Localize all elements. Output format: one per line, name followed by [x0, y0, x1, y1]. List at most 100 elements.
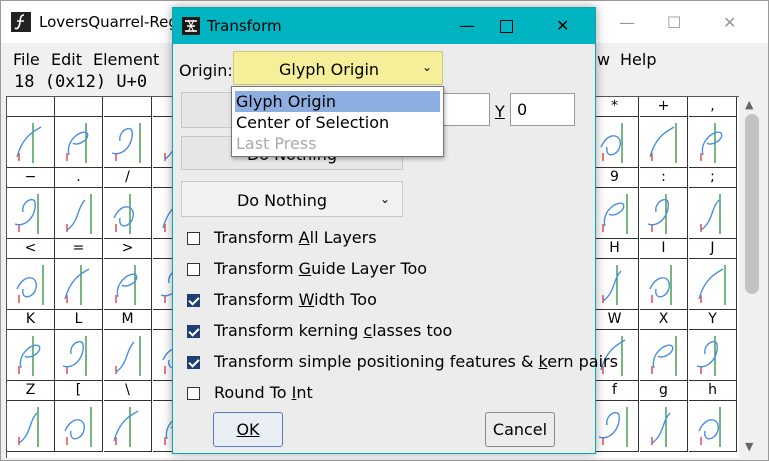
glyph-cell[interactable] — [7, 401, 55, 452]
glyph-cell[interactable] — [689, 188, 737, 239]
glyph-cell[interactable] — [640, 259, 688, 310]
minimize-icon[interactable]: — — [619, 13, 635, 32]
glyph-cell[interactable] — [689, 259, 737, 310]
glyph-cell[interactable] — [55, 401, 103, 452]
origin-options-popup: Glyph Origin Center of Selection Last Pr… — [231, 86, 444, 157]
menu-view[interactable]: w — [597, 50, 610, 69]
checkbox-box[interactable] — [187, 356, 200, 369]
glyph-label: M — [104, 310, 152, 330]
menu-file[interactable]: File — [13, 50, 40, 69]
glyph-cell[interactable] — [689, 401, 737, 452]
y-label: Y — [495, 102, 505, 121]
glyph-preview-icon — [700, 194, 721, 234]
y-field[interactable]: 0 — [510, 93, 575, 126]
checkbox-label: Transform simple positioning features & … — [214, 352, 618, 371]
menu-help[interactable]: Help — [620, 50, 656, 69]
glyph-cell[interactable] — [7, 330, 55, 381]
glyph-preview-icon — [115, 336, 141, 376]
glyph-cell[interactable] — [640, 117, 688, 168]
glyph-cell[interactable] — [55, 188, 103, 239]
glyph-preview-icon — [649, 265, 672, 305]
glyph-cell[interactable] — [104, 401, 152, 452]
checkbox-box[interactable] — [187, 232, 200, 245]
glyph-grid-scrollbar[interactable]: ▲ ▼ — [741, 96, 765, 458]
ok-button[interactable]: OK — [213, 412, 283, 447]
glyph-label: : — [640, 168, 688, 188]
checkbox-label: Transform All Layers — [214, 228, 377, 247]
glyph-label: / — [104, 168, 152, 188]
glyph-preview-icon — [66, 194, 92, 234]
dialog-title: Transform — [207, 17, 282, 35]
glyph-preview-icon — [647, 194, 669, 234]
minimize-icon[interactable]: — — [459, 16, 475, 35]
glyph-cell[interactable] — [689, 330, 737, 381]
glyph-label: = — [55, 239, 103, 259]
origin-dropdown[interactable]: Glyph Origin ⌄ — [233, 51, 443, 85]
glyph-cell[interactable] — [104, 117, 152, 168]
glyph-label: [ — [55, 381, 103, 401]
glyph-preview-icon — [62, 336, 87, 376]
close-icon[interactable]: ✕ — [723, 13, 736, 32]
glyph-label: g — [640, 381, 688, 401]
glyph-label: . — [55, 168, 103, 188]
scroll-down-arrow-icon[interactable]: ▼ — [745, 440, 753, 453]
glyph-cell[interactable] — [689, 117, 737, 168]
checkbox-label: Transform kerning classes too — [214, 321, 453, 340]
glyph-cell[interactable] — [7, 117, 55, 168]
glyph-label: Y — [689, 310, 737, 330]
origin-label: Origin: — [179, 61, 233, 80]
glyph-cell[interactable] — [104, 259, 152, 310]
close-icon[interactable]: ✕ — [556, 16, 569, 35]
menu-element[interactable]: Element — [93, 50, 159, 69]
glyph-preview-icon — [602, 194, 628, 234]
glyph-label — [55, 97, 103, 117]
glyph-preview-icon — [696, 336, 718, 376]
glyph-cell[interactable] — [55, 259, 103, 310]
glyph-cell[interactable] — [591, 117, 639, 168]
origin-option-center-of-selection[interactable]: Center of Selection — [235, 112, 440, 133]
x-field[interactable] — [443, 93, 490, 126]
glyph-cell[interactable] — [7, 188, 55, 239]
chevron-down-icon: ⌄ — [379, 192, 390, 206]
glyph-preview-icon — [115, 265, 138, 305]
glyph-label: Z — [7, 381, 55, 401]
scrollbar-thumb[interactable] — [745, 114, 759, 294]
glyph-label: < — [7, 239, 55, 259]
fontforge-app-icon — [11, 12, 31, 32]
checkbox-box[interactable] — [187, 325, 200, 338]
glyph-label: + — [640, 97, 688, 117]
glyph-cell[interactable] — [104, 188, 152, 239]
glyph-cell[interactable] — [7, 259, 55, 310]
glyph-cell[interactable] — [55, 117, 103, 168]
glyph-cell[interactable] — [591, 259, 639, 310]
glyph-preview-icon — [16, 123, 42, 163]
maximize-icon[interactable] — [500, 20, 513, 33]
origin-dropdown-value: Glyph Origin — [278, 60, 380, 79]
checkbox-box[interactable] — [187, 294, 200, 307]
glyph-cell[interactable] — [104, 330, 152, 381]
scroll-up-arrow-icon[interactable]: ▲ — [745, 98, 753, 111]
dialog-title-bar[interactable]: Transform — ✕ — [173, 8, 595, 44]
glyph-preview-icon — [698, 407, 721, 447]
maximize-icon[interactable]: ☐ — [667, 13, 681, 32]
glyph-label: 9 — [591, 168, 639, 188]
cancel-button[interactable]: Cancel — [485, 412, 555, 447]
origin-option-glyph-origin[interactable]: Glyph Origin — [235, 91, 440, 112]
glyph-cell[interactable] — [640, 188, 688, 239]
glyph-cell[interactable] — [591, 401, 639, 452]
glyph-label: ; — [689, 168, 737, 188]
glyph-preview-icon — [113, 194, 134, 234]
checkbox-box[interactable] — [187, 387, 200, 400]
glyph-cell[interactable] — [640, 401, 688, 452]
glyph-label: X — [640, 310, 688, 330]
glyph-preview-icon — [600, 123, 623, 163]
glyph-cell[interactable] — [55, 330, 103, 381]
glyph-cell[interactable] — [640, 330, 688, 381]
glyph-cell[interactable] — [591, 188, 639, 239]
glyph-preview-icon — [602, 265, 622, 305]
checkbox-box[interactable] — [187, 263, 200, 276]
glyph-preview-icon — [598, 407, 628, 447]
menu-edit[interactable]: Edit — [51, 50, 82, 69]
glyph-label: L — [55, 310, 103, 330]
third-transform-dropdown[interactable]: Do Nothing ⌄ — [181, 181, 403, 217]
